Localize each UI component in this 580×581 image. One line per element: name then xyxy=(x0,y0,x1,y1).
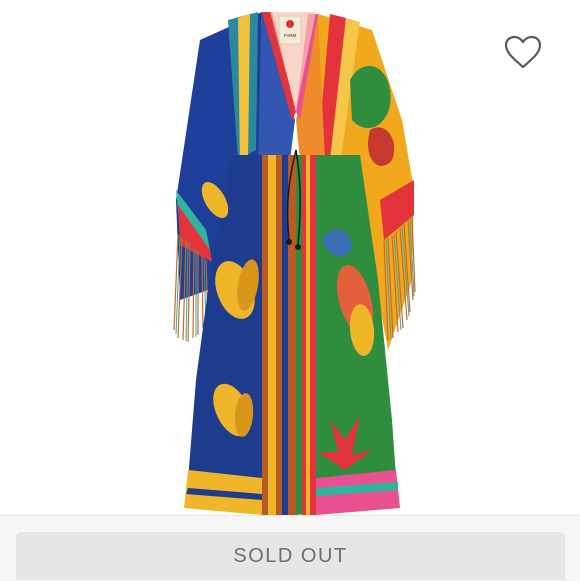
heart-outline-icon xyxy=(504,35,542,69)
product-image[interactable]: FARM xyxy=(0,0,580,515)
center-stripe xyxy=(262,155,296,515)
brand-tag-label: FARM xyxy=(284,33,297,38)
sold-out-label: SOLD OUT xyxy=(233,544,348,567)
like-button[interactable] xyxy=(500,30,546,74)
sold-out-button[interactable]: SOLD OUT xyxy=(16,532,565,580)
